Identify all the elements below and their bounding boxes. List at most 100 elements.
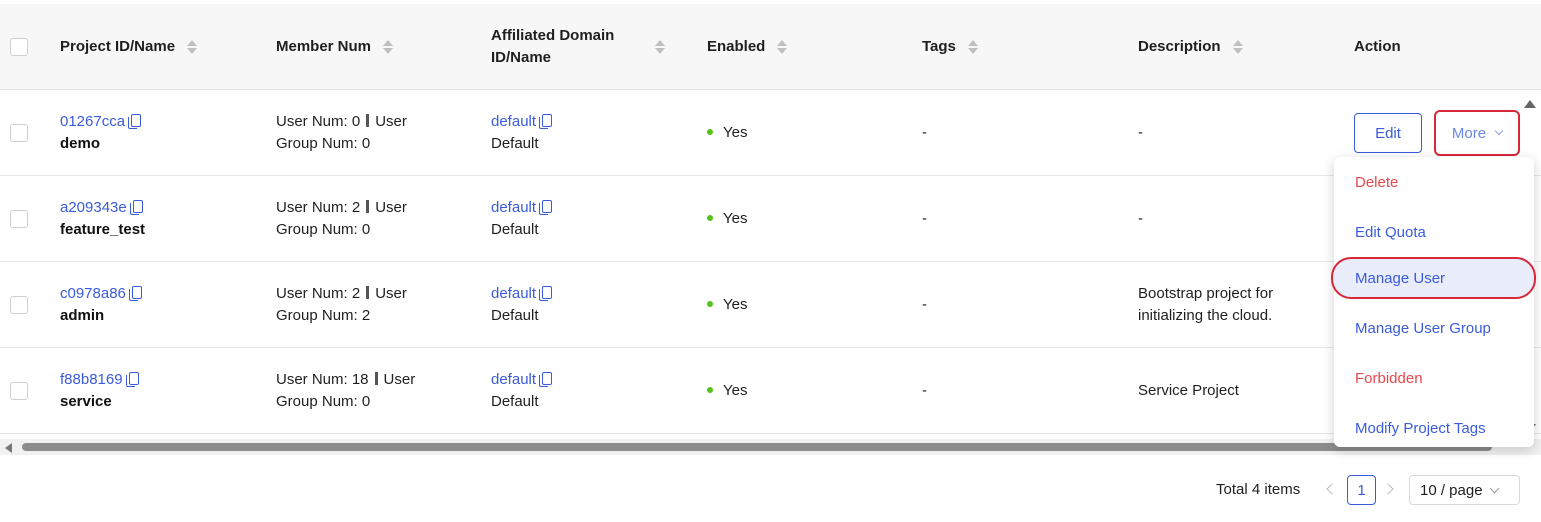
sort-icon[interactable] [383, 40, 394, 54]
user-num: User Num: 2 [276, 199, 361, 216]
description-line: initializing the cloud. [1138, 307, 1273, 324]
domain-cell: default Default [491, 348, 553, 434]
scrollbar-thumb[interactable] [22, 443, 1492, 451]
column-header-member[interactable]: Member Num [276, 4, 394, 90]
sort-icon[interactable] [655, 40, 665, 54]
domain-id-link[interactable]: default [491, 199, 536, 216]
status-dot-icon [707, 129, 713, 135]
menu-item-manage-user[interactable]: Manage User [1331, 257, 1536, 299]
page-number-button[interactable]: 1 [1347, 475, 1376, 505]
separator [374, 372, 378, 385]
copy-icon[interactable] [129, 200, 143, 215]
project-cell: 01267cca demo [60, 90, 142, 176]
user-num: User Num: 0 [276, 113, 361, 130]
scroll-left-arrow-icon[interactable] [5, 443, 12, 453]
column-header-tags[interactable]: Tags [922, 4, 978, 90]
copy-icon[interactable] [539, 200, 553, 215]
page-size-select[interactable]: 10 / page [1409, 475, 1520, 505]
chevron-down-icon [1489, 483, 1500, 493]
row-checkbox[interactable] [10, 382, 28, 400]
project-id-link[interactable]: f88b8169 [60, 371, 123, 388]
project-name: admin [60, 307, 105, 324]
chevron-down-icon [1494, 126, 1504, 136]
more-actions-menu: Delete Edit Quota Manage User Manage Use… [1331, 157, 1536, 447]
enabled-value: Yes [723, 382, 748, 399]
group-num: Group Num: 0 [276, 221, 371, 238]
row-checkbox[interactable] [10, 210, 28, 228]
user-label: User [375, 285, 407, 302]
project-cell: a209343e feature_test [60, 176, 145, 262]
table-row: c0978a86 admin User Num: 2 User Group Num… [0, 262, 1541, 348]
enabled-value: Yes [723, 210, 748, 227]
status-dot-icon [707, 215, 713, 221]
menu-item-edit-quota[interactable]: Edit Quota [1334, 207, 1534, 257]
member-cell: User Num: 18 User Group Num: 0 [276, 348, 415, 434]
domain-id-link[interactable]: default [491, 371, 536, 388]
column-header-label: Tags [922, 38, 956, 55]
menu-item-manage-user-group[interactable]: Manage User Group [1334, 303, 1534, 353]
enabled-value: Yes [723, 124, 748, 141]
edit-button[interactable]: Edit [1354, 113, 1422, 153]
project-name: feature_test [60, 221, 146, 238]
group-num: Group Num: 0 [276, 393, 371, 410]
copy-icon[interactable] [539, 372, 553, 387]
tags-cell: - [922, 296, 927, 313]
description-line: - [1138, 124, 1143, 141]
domain-name: Default [491, 307, 539, 324]
chevron-left-icon[interactable] [1326, 483, 1338, 495]
page-size-value: 10 / page [1420, 481, 1483, 499]
member-cell: User Num: 2 User Group Num: 0 [276, 176, 407, 262]
column-header-project[interactable]: Project ID/Name [60, 4, 198, 90]
project-name: demo [60, 135, 101, 152]
sort-icon[interactable] [187, 40, 198, 54]
project-id-link[interactable]: a209343e [60, 199, 127, 216]
user-label: User [375, 199, 407, 216]
projects-table: Project ID/Name Member Num Affiliated Do… [0, 4, 1541, 455]
group-num: Group Num: 2 [276, 307, 371, 324]
column-header-label: Description [1138, 38, 1221, 55]
column-header-enabled[interactable]: Enabled [707, 4, 788, 90]
project-id-link[interactable]: 01267cca [60, 113, 125, 130]
domain-name: Default [491, 135, 539, 152]
domain-cell: default Default [491, 262, 553, 348]
project-cell: f88b8169 service [60, 348, 139, 434]
column-header-domain[interactable]: Affiliated Domain ID/Name [491, 4, 671, 90]
description-line: Service Project [1138, 382, 1239, 399]
scroll-up-arrow-icon[interactable] [1524, 100, 1536, 108]
copy-icon[interactable] [539, 114, 553, 129]
more-button[interactable]: More [1434, 110, 1520, 156]
chevron-right-icon[interactable] [1382, 483, 1394, 495]
project-id-link[interactable]: c0978a86 [60, 285, 126, 302]
menu-item-forbidden[interactable]: Forbidden [1334, 353, 1534, 403]
copy-icon[interactable] [125, 372, 139, 387]
group-num: Group Num: 0 [276, 135, 371, 152]
sort-icon[interactable] [967, 40, 978, 54]
row-checkbox[interactable] [10, 124, 28, 142]
domain-id-link[interactable]: default [491, 113, 536, 130]
tags-cell: - [922, 124, 927, 141]
menu-item-modify-project-tags[interactable]: Modify Project Tags [1334, 403, 1534, 453]
copy-icon[interactable] [128, 286, 142, 301]
column-header-action: Action [1354, 4, 1401, 90]
horizontal-scrollbar[interactable] [0, 439, 1541, 455]
more-label: More [1451, 124, 1487, 142]
row-checkbox[interactable] [10, 296, 28, 314]
select-all-checkbox[interactable] [10, 38, 28, 56]
menu-item-delete[interactable]: Delete [1334, 157, 1534, 207]
copy-icon[interactable] [128, 114, 142, 129]
column-header-label-line1: Affiliated Domain [491, 27, 615, 44]
member-cell: User Num: 2 User Group Num: 2 [276, 262, 407, 348]
project-name: service [60, 393, 112, 410]
pagination: Total 4 items 1 10 / page [0, 475, 1541, 505]
user-label: User [383, 371, 416, 388]
status-dot-icon [707, 387, 713, 393]
sort-icon[interactable] [777, 40, 788, 54]
column-header-description[interactable]: Description [1138, 4, 1243, 90]
enabled-cell: Yes [707, 176, 747, 262]
description-cell: Bootstrap project for initializing the c… [1138, 262, 1273, 348]
enabled-cell: Yes [707, 262, 747, 348]
table-header: Project ID/Name Member Num Affiliated Do… [0, 4, 1541, 90]
sort-icon[interactable] [1232, 40, 1243, 54]
domain-id-link[interactable]: default [491, 285, 536, 302]
copy-icon[interactable] [539, 286, 553, 301]
